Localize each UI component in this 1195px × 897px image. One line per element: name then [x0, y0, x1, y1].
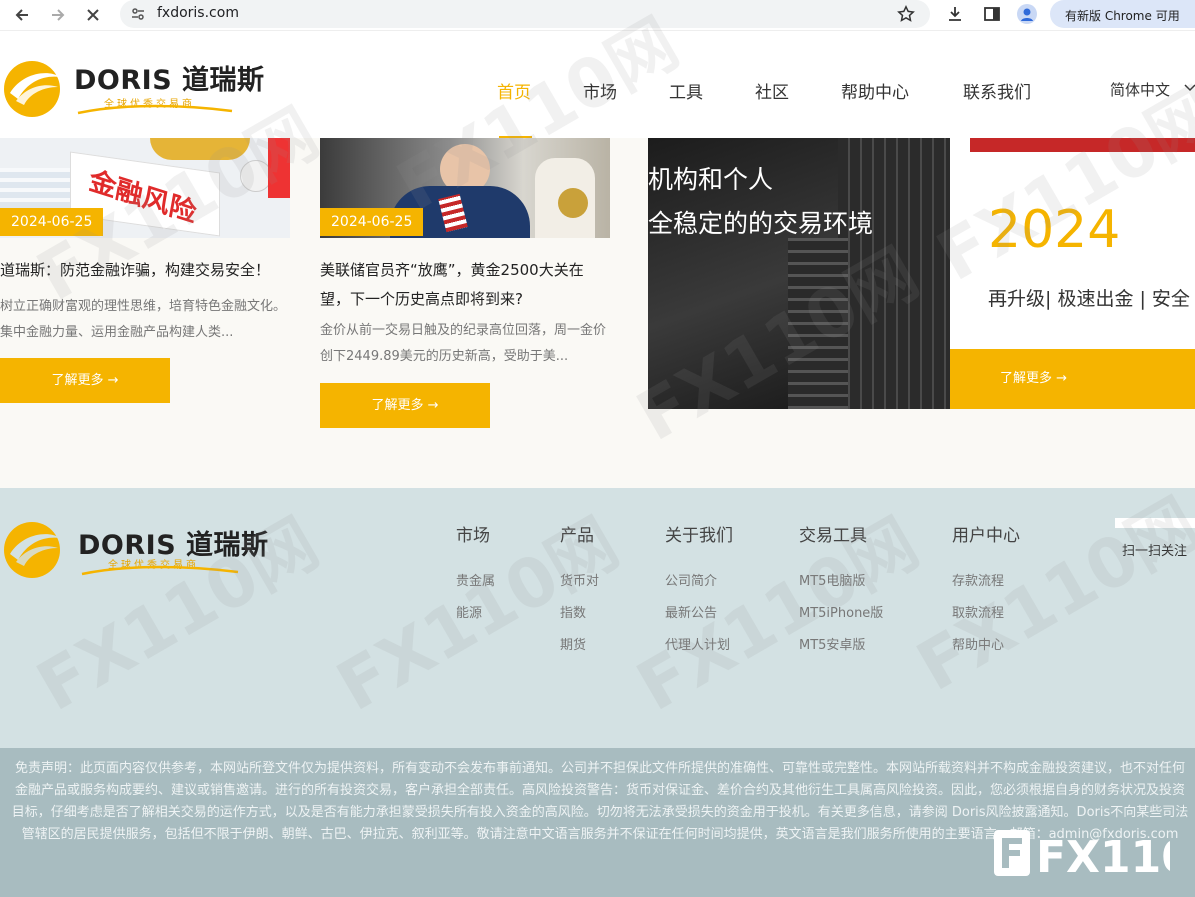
nav-tools[interactable]: 工具: [669, 78, 703, 103]
update-chip-label: 有新版 Chrome 可用: [1065, 9, 1180, 23]
chrome-update-chip[interactable]: 有新版 Chrome 可用: [1050, 0, 1195, 28]
language-label: 简体中文: [1110, 81, 1171, 99]
card-2-learn-more-button[interactable]: 了解更多 →: [320, 383, 490, 428]
coins-shape: [150, 138, 250, 160]
footer-link-mt5-android[interactable]: MT5安卓版: [799, 634, 865, 653]
banner-promo-panel[interactable]: 2024 再升级| 极速出金 | 安全 了解更多 →: [950, 138, 1195, 409]
footer-link-company-profile[interactable]: 公司简介: [665, 570, 717, 589]
site-settings-icon[interactable]: [130, 6, 146, 26]
card-2-excerpt: 金价从前一交易日触及的纪录高位回落，周一金价创下2449.89美元的历史新高，受…: [320, 323, 607, 364]
banner-line-2: 全稳定的的交易环境: [648, 209, 874, 238]
forward-icon[interactable]: [48, 5, 68, 25]
site-logo[interactable]: DORIS 道瑞斯 全球优秀交易商: [0, 55, 264, 125]
card-1-excerpt: 树立正确财富观的理性思维，培育特色金融文化。集中金融力量、运用金融产品构建人类.…: [0, 299, 287, 340]
promo-red-strip: [970, 138, 1195, 152]
footer-link-indices[interactable]: 指数: [560, 602, 586, 621]
card-2-title[interactable]: 美联储官员齐“放鹰”，黄金2500大关在望，下一个历史高点即将到来?: [320, 256, 610, 314]
doris-logo-icon: [4, 61, 60, 117]
address-bar[interactable]: fxdoris.com: [120, 0, 930, 28]
footer-link-agent-program[interactable]: 代理人计划: [665, 634, 730, 653]
nav-contact-us[interactable]: 联系我们: [963, 78, 1031, 103]
browser-toolbar: fxdoris.com 有新版 Chrome 可用: [0, 0, 1195, 30]
building-shape: [838, 138, 950, 409]
site-footer: DORIS 道瑞斯 全球优秀交易商 市场 贵金属 能源 产品 货币对 指数 期货…: [0, 488, 1195, 748]
footer-col-tools-heading: 交易工具: [799, 526, 867, 546]
footer-link-currency-pairs[interactable]: 货币对: [560, 570, 599, 589]
footer-col-user-center-heading: 用户中心: [952, 526, 1020, 546]
footer-col-products-heading: 产品: [560, 526, 594, 546]
banner-year: 2024: [988, 200, 1121, 260]
card-1-title[interactable]: 道瑞斯：防范金融诈骗，构建交易安全！: [0, 256, 290, 285]
card-1-image-text: 金融风险: [86, 165, 199, 229]
logo-swoosh-icon: [81, 565, 239, 576]
footer-link-announcements[interactable]: 最新公告: [665, 602, 717, 621]
card-2-date-badge: 2024-06-25: [320, 208, 424, 236]
sword-hilt-shape: [558, 188, 588, 218]
qr-caption: 扫一扫关注: [1122, 544, 1188, 559]
footer-link-mt5-desktop[interactable]: MT5电脑版: [799, 570, 865, 589]
footer-logo[interactable]: DORIS 道瑞斯 全球优秀交易商: [0, 516, 268, 586]
side-panel-icon[interactable]: [983, 5, 1001, 27]
language-selector[interactable]: 简体中文: [1110, 79, 1195, 100]
url-text: fxdoris.com: [157, 5, 239, 21]
footer-link-withdrawal-process[interactable]: 取款流程: [952, 602, 1004, 621]
building-shape-2: [788, 238, 848, 409]
fx110-corner-logo: FX110网: [992, 824, 1195, 883]
nav-market[interactable]: 市场: [583, 78, 617, 103]
stop-loading-icon[interactable]: [83, 5, 103, 25]
footer-link-energy[interactable]: 能源: [456, 602, 482, 621]
card-1-learn-more-button[interactable]: 了解更多 →: [0, 358, 170, 403]
footer-col-about-heading: 关于我们: [665, 526, 733, 546]
bookmark-star-icon[interactable]: [897, 5, 915, 27]
footer-link-futures[interactable]: 期货: [560, 634, 586, 653]
nav-help-center[interactable]: 帮助中心: [841, 78, 909, 103]
download-icon[interactable]: [946, 5, 964, 27]
chevron-down-icon: [1184, 84, 1195, 92]
banner-line-1: 机构和个人: [648, 165, 774, 194]
doris-logo-icon: [4, 522, 60, 578]
profile-avatar-icon[interactable]: [1017, 4, 1037, 24]
banner-subline: 再升级| 极速出金 | 安全: [988, 288, 1190, 310]
card-1-date-badge: 2024-06-25: [0, 208, 104, 236]
site-header: DORIS 道瑞斯 全球优秀交易商 首页 市场 工具 社区 帮助中心 联系我们 …: [0, 30, 1195, 139]
back-icon[interactable]: [12, 5, 32, 25]
banner-photo[interactable]: 机构和个人 全稳定的的交易环境: [648, 138, 950, 409]
footer-link-precious-metals[interactable]: 贵金属: [456, 570, 495, 589]
footer-link-mt5-iphone[interactable]: MT5iPhone版: [799, 602, 883, 621]
footer-link-deposit-process[interactable]: 存款流程: [952, 570, 1004, 589]
nav-community[interactable]: 社区: [755, 78, 789, 103]
red-object: [268, 138, 290, 198]
nav-home[interactable]: 首页: [497, 78, 531, 103]
footer-link-help-center[interactable]: 帮助中心: [952, 634, 1004, 653]
qr-code-image: [1115, 518, 1195, 528]
corner-logo-text: FX110网: [1036, 832, 1170, 882]
logo-text: DORIS 道瑞斯: [74, 65, 265, 96]
banner-learn-more-button[interactable]: 了解更多 →: [950, 349, 1195, 409]
logo-swoosh-icon: [77, 104, 233, 115]
footer-col-market-heading: 市场: [456, 526, 490, 546]
